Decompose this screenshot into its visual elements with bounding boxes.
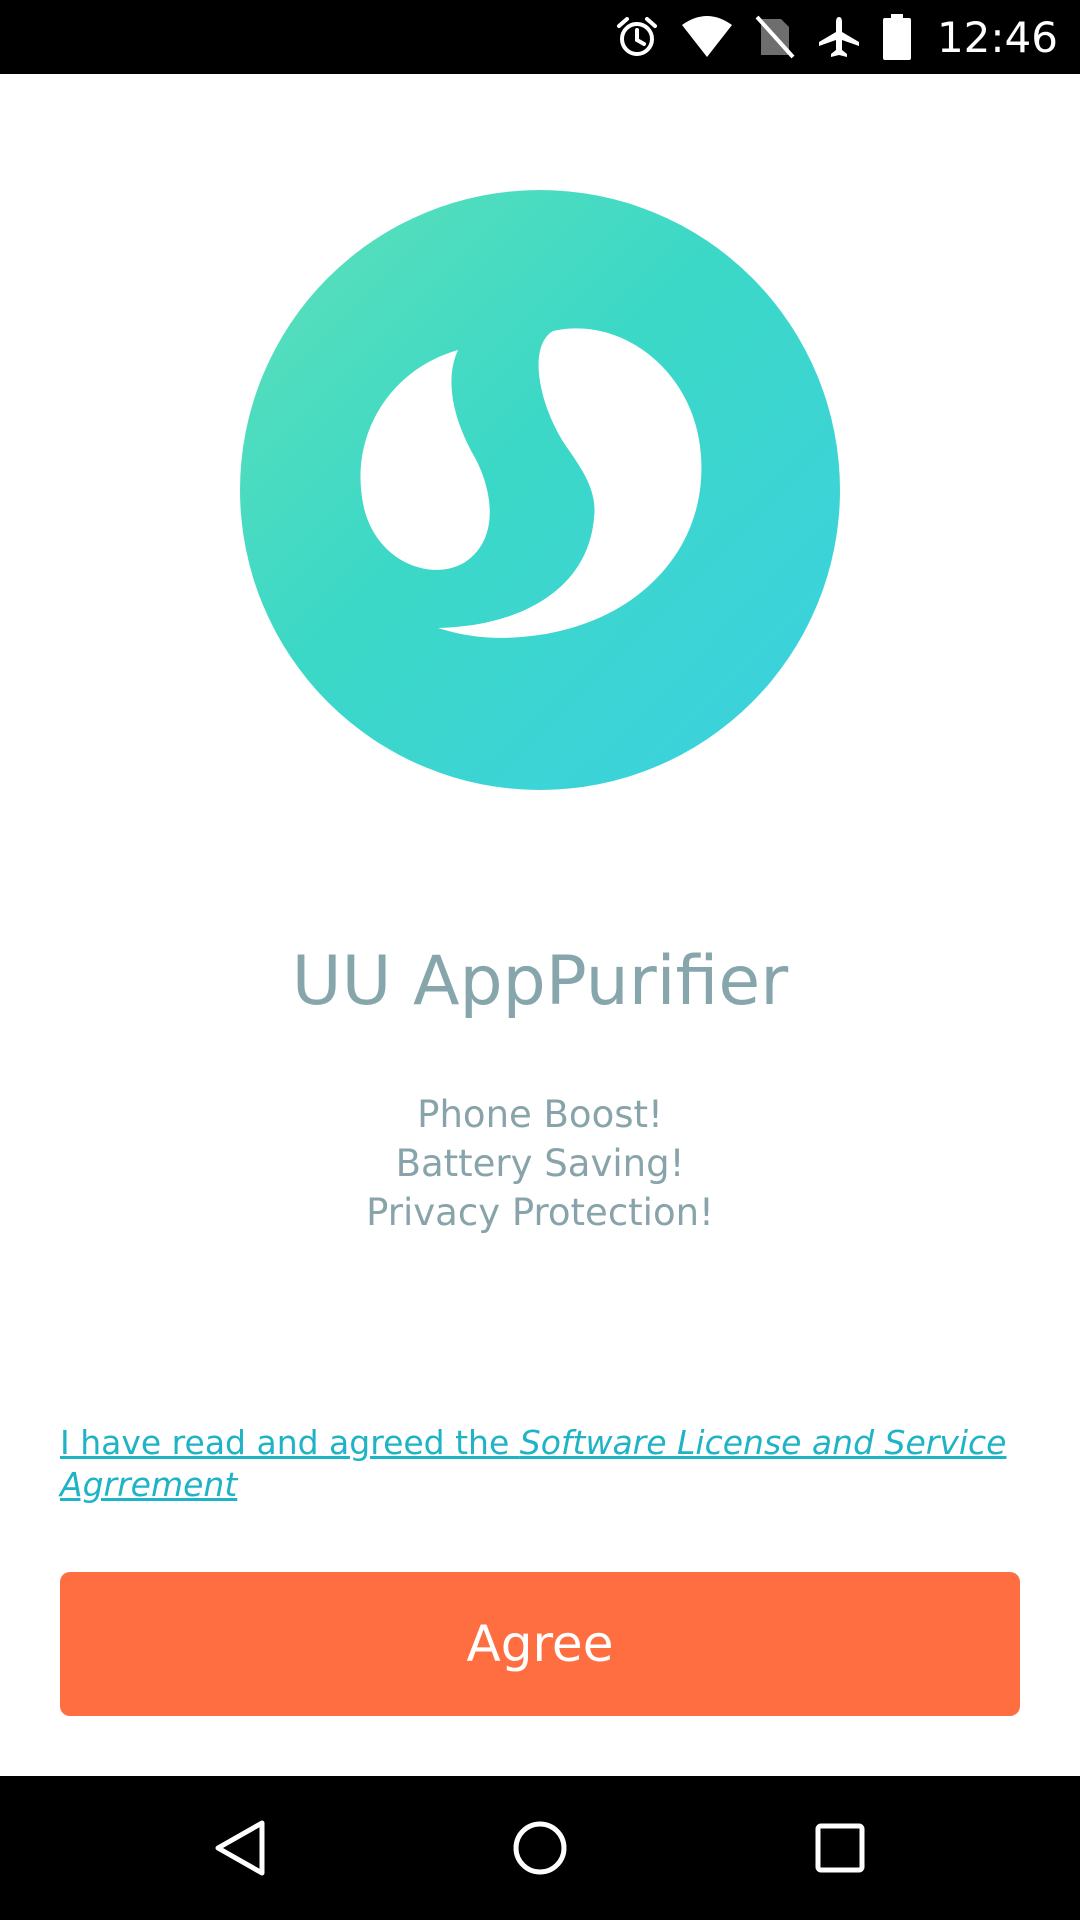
- app-title: UU AppPurifier: [291, 942, 789, 1021]
- feature-item: Battery Saving!: [395, 1142, 685, 1185]
- navigation-bar: [0, 1776, 1080, 1920]
- app-logo-icon: [238, 188, 841, 790]
- status-bar: 12:46: [0, 0, 1080, 74]
- airplane-mode-icon: [817, 15, 861, 59]
- back-icon: [215, 1820, 265, 1876]
- status-icons: 12:46: [615, 0, 1058, 74]
- feature-item: Phone Boost!: [417, 1093, 663, 1136]
- agreement-prefix: I have read and agreed the: [60, 1423, 520, 1462]
- no-sim-icon: [755, 15, 795, 59]
- status-time: 12:46: [936, 12, 1058, 62]
- feature-list: Phone Boost! Battery Saving! Privacy Pro…: [0, 1090, 1080, 1237]
- home-button[interactable]: [450, 1776, 630, 1920]
- battery-icon: [882, 14, 911, 60]
- license-agreement-link[interactable]: I have read and agreed the Software Lice…: [60, 1422, 1020, 1506]
- wifi-icon: [681, 16, 733, 58]
- welcome-screen: UU AppPurifier Phone Boost! Battery Savi…: [0, 74, 1080, 1776]
- agree-button[interactable]: Agree: [60, 1572, 1020, 1716]
- recents-button[interactable]: [750, 1776, 930, 1920]
- alarm-icon: [615, 15, 659, 59]
- home-icon: [513, 1821, 567, 1875]
- feature-item: Privacy Protection!: [366, 1191, 714, 1234]
- back-button[interactable]: [150, 1776, 330, 1920]
- recents-icon: [815, 1823, 865, 1873]
